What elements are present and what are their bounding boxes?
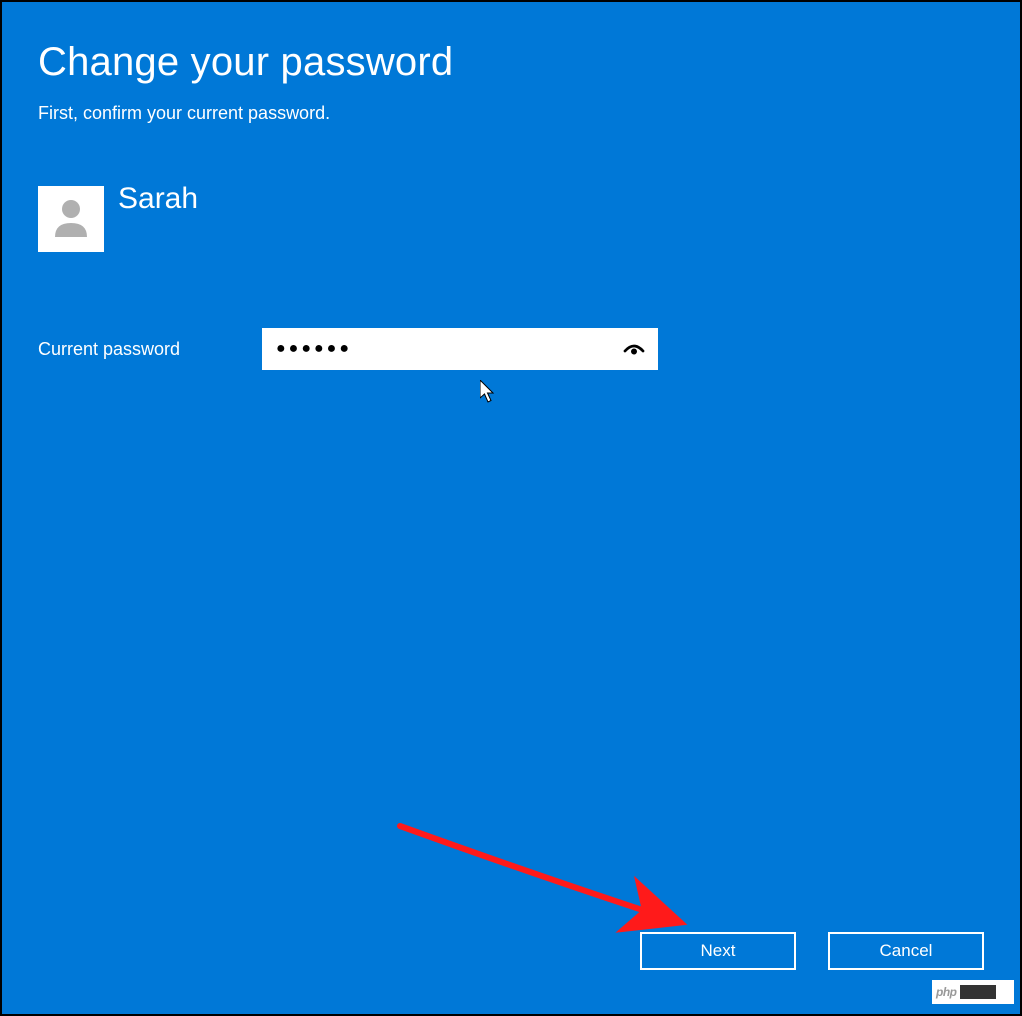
watermark-block — [960, 985, 996, 999]
page-subtitle: First, confirm your current password. — [38, 103, 984, 124]
password-field-row: Current password — [38, 328, 984, 370]
current-password-label: Current password — [38, 339, 262, 360]
user-row: Sarah — [38, 186, 984, 252]
next-button[interactable]: Next — [640, 932, 796, 970]
eye-reveal-icon[interactable] — [620, 335, 648, 363]
username: Sarah — [118, 184, 198, 214]
avatar — [38, 186, 104, 252]
annotation-arrow-icon — [394, 818, 704, 938]
change-password-panel: Change your password First, confirm your… — [2, 2, 1020, 1014]
password-input-container[interactable] — [262, 328, 658, 370]
page-title: Change your password — [38, 40, 984, 85]
current-password-input[interactable] — [276, 328, 614, 370]
person-icon — [47, 193, 95, 246]
watermark-text: php — [936, 985, 957, 999]
cancel-button[interactable]: Cancel — [828, 932, 984, 970]
cursor-icon — [480, 380, 498, 404]
watermark: php — [932, 980, 1014, 1004]
button-row: Next Cancel — [640, 932, 984, 970]
